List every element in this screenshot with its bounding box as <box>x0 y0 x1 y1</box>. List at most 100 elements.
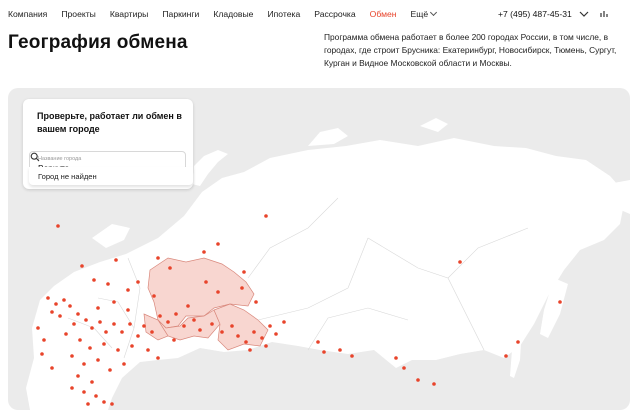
city-dot[interactable] <box>68 304 72 308</box>
nav-item-installment[interactable]: Рассрочка <box>314 9 355 19</box>
city-dot[interactable] <box>130 344 134 348</box>
nav-item-company[interactable]: Компания <box>8 9 47 19</box>
city-dot[interactable] <box>202 250 206 254</box>
city-dot[interactable] <box>40 352 44 356</box>
city-dot[interactable] <box>260 336 264 340</box>
compare-button[interactable] <box>597 7 611 21</box>
city-dot[interactable] <box>240 286 244 290</box>
city-dot[interactable] <box>128 322 132 326</box>
city-dot[interactable] <box>50 310 54 314</box>
exchange-map[interactable]: Проверьте, работает ли обмен в вашем гор… <box>8 88 630 410</box>
city-dot[interactable] <box>172 338 176 342</box>
nav-item-projects[interactable]: Проекты <box>61 9 95 19</box>
city-dot[interactable] <box>210 322 214 326</box>
city-dot[interactable] <box>242 270 246 274</box>
city-dot[interactable] <box>322 350 326 354</box>
city-dot[interactable] <box>558 300 562 304</box>
city-dot[interactable] <box>102 342 106 346</box>
city-dot[interactable] <box>402 366 406 370</box>
city-dot[interactable] <box>46 296 50 300</box>
city-dot[interactable] <box>90 380 94 384</box>
city-dot[interactable] <box>146 348 150 352</box>
city-dot[interactable] <box>174 312 178 316</box>
city-dot[interactable] <box>114 258 118 262</box>
city-dot[interactable] <box>152 294 156 298</box>
city-dot[interactable] <box>76 312 80 316</box>
city-dot[interactable] <box>70 354 74 358</box>
city-dot[interactable] <box>70 386 74 390</box>
city-dot[interactable] <box>104 330 108 334</box>
city-dot[interactable] <box>64 332 68 336</box>
city-dot[interactable] <box>166 320 170 324</box>
city-dot[interactable] <box>86 402 90 406</box>
city-dot[interactable] <box>504 354 508 358</box>
city-dot[interactable] <box>36 326 40 330</box>
nav-item-exchange[interactable]: Обмен <box>370 9 397 19</box>
city-dot[interactable] <box>168 266 172 270</box>
city-dot[interactable] <box>62 298 66 302</box>
city-dot[interactable] <box>126 288 130 292</box>
city-dot[interactable] <box>150 330 154 334</box>
city-dot[interactable] <box>394 356 398 360</box>
city-dot[interactable] <box>186 304 190 308</box>
city-dot[interactable] <box>264 214 268 218</box>
nav-more-dropdown[interactable]: Ещё <box>411 8 438 19</box>
city-dot[interactable] <box>92 278 96 282</box>
city-dot[interactable] <box>50 366 54 370</box>
city-dot[interactable] <box>116 348 120 352</box>
city-dot[interactable] <box>98 320 102 324</box>
city-dot[interactable] <box>216 290 220 294</box>
city-dot[interactable] <box>42 338 46 342</box>
phone-link[interactable]: +7 (495) 487-45-31 <box>498 9 572 19</box>
city-dot[interactable] <box>338 348 342 352</box>
city-dot[interactable] <box>282 320 286 324</box>
nav-item-storage[interactable]: Кладовые <box>213 9 253 19</box>
city-dot[interactable] <box>56 224 60 228</box>
city-dot[interactable] <box>350 354 354 358</box>
city-dot[interactable] <box>220 330 224 334</box>
city-dot[interactable] <box>72 322 76 326</box>
city-dot[interactable] <box>122 362 126 366</box>
nav-item-mortgage[interactable]: Ипотека <box>267 9 300 19</box>
city-dot[interactable] <box>182 324 186 328</box>
city-dot[interactable] <box>96 358 100 362</box>
city-dot[interactable] <box>88 346 92 350</box>
city-dot[interactable] <box>78 338 82 342</box>
city-dot[interactable] <box>254 300 258 304</box>
city-dot[interactable] <box>84 318 88 322</box>
city-dot[interactable] <box>248 348 252 352</box>
nav-item-apartments[interactable]: Квартиры <box>110 9 149 19</box>
city-dot[interactable] <box>136 334 140 338</box>
city-dot[interactable] <box>316 340 320 344</box>
city-dot[interactable] <box>112 300 116 304</box>
city-dot[interactable] <box>136 280 140 284</box>
city-dot[interactable] <box>192 318 196 322</box>
city-dot[interactable] <box>236 334 240 338</box>
city-dot[interactable] <box>274 332 278 336</box>
city-dot[interactable] <box>244 340 248 344</box>
city-dot[interactable] <box>102 400 106 404</box>
city-dot[interactable] <box>432 382 436 386</box>
city-dot[interactable] <box>108 368 112 372</box>
city-dot[interactable] <box>96 306 100 310</box>
city-dot[interactable] <box>94 394 98 398</box>
city-dot[interactable] <box>252 330 256 334</box>
city-dot[interactable] <box>76 374 80 378</box>
city-dot[interactable] <box>110 402 114 406</box>
city-dot[interactable] <box>106 282 110 286</box>
city-dot[interactable] <box>204 280 208 284</box>
menu-toggle-button[interactable] <box>577 7 591 21</box>
search-icon[interactable] <box>30 152 40 162</box>
city-dot[interactable] <box>126 308 130 312</box>
city-dot[interactable] <box>516 340 520 344</box>
city-dot[interactable] <box>80 264 84 268</box>
city-dot[interactable] <box>82 362 86 366</box>
city-dot[interactable] <box>142 324 146 328</box>
city-dot[interactable] <box>230 324 234 328</box>
city-dot[interactable] <box>120 330 124 334</box>
city-dot[interactable] <box>216 242 220 246</box>
city-dot[interactable] <box>416 378 420 382</box>
city-dot[interactable] <box>156 256 160 260</box>
city-dot[interactable] <box>158 314 162 318</box>
city-dot[interactable] <box>82 390 86 394</box>
